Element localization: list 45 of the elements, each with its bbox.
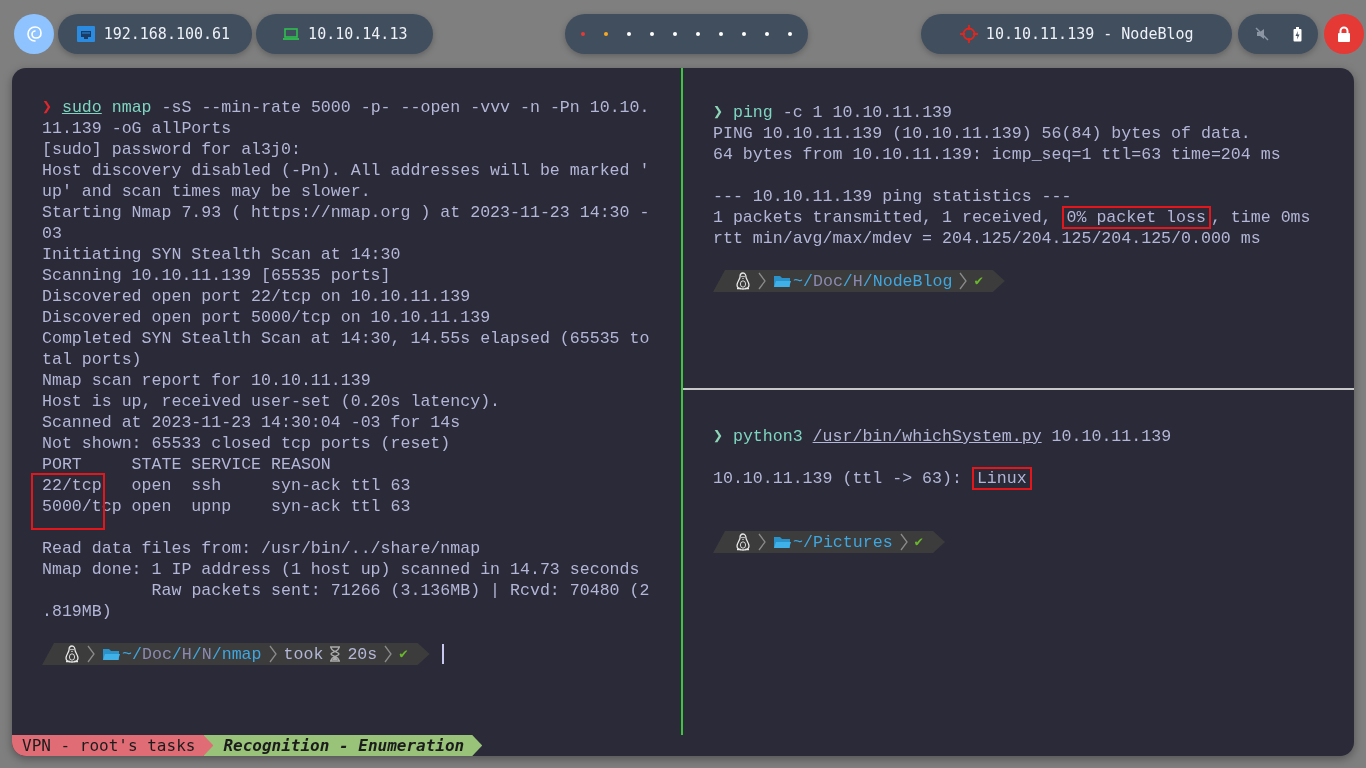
command-line: ❯ ping -c 1 10.10.11.139	[713, 102, 954, 123]
output-line: rtt min/avg/max/mdev = 204.125/204.125/204.125/0.000 ms	[713, 228, 1262, 249]
output-line: Not shown: 65533 closed tcp ports (reset)	[42, 433, 452, 454]
ip-address: 192.168.100.61	[103, 23, 231, 45]
window-tab[interactable]: VPN - root's tasks	[12, 735, 214, 756]
output-line: 64 bytes from 10.10.11.139: icmp_seq=1 ttl=63 time=204 ms	[713, 144, 1282, 165]
status-check: ✔	[399, 644, 408, 664]
output-line: Scanning 10.10.11.139 [65535 ports]	[42, 265, 392, 286]
output-line: PORT STATE SERVICE REASON	[42, 454, 332, 475]
highlighted-text: 0% packet loss	[1061, 206, 1211, 229]
output-line: Host discovery disabled (-Pn). All addresses will be marked 'up' and scan times may be slower.	[42, 160, 651, 202]
output-line: Discovered open port 5000/tcp on 10.10.11.139	[42, 307, 492, 328]
output-line: Read data files from: /usr/bin/../share/nmap	[42, 538, 482, 559]
output-line: Completed SYN Stealth Scan at 14:30, 14.55s elapsed (65535 total ports)	[42, 328, 651, 370]
output-text: 10.10.11.139 (ttl -> 63):	[713, 469, 963, 488]
output-line: PING 10.10.11.139 (10.10.11.139) 56(84) bytes of data.	[713, 123, 1252, 144]
output-text: , time 0ms	[1210, 208, 1311, 227]
duration-text: 20s	[347, 643, 378, 665]
vpn-address: 10.10.14.13	[308, 23, 408, 45]
command-line: ❯ python3 /usr/bin/whichSystem.py 10.10.11.139	[713, 426, 1173, 447]
status-check: ✔	[914, 532, 924, 552]
output-line: Raw packets sent: 71266 (3.136MB) | Rcvd: 70480 (2.819MB)	[42, 580, 651, 622]
output-line: 22/tcp open ssh syn-ack ttl 63	[42, 475, 412, 496]
target-name: 10.10.11.139 - NodeBlog	[985, 23, 1194, 45]
output-line: Initiating SYN Stealth Scan at 14:30	[42, 244, 402, 265]
path-text: ~/Doc/H/	[793, 270, 873, 292]
output-line: Starting Nmap 7.93 ( https://nmap.org ) at 2023-11-23 14:30 -03	[42, 202, 651, 244]
output-line: Host is up, received user-set (0.20s latency).	[42, 391, 502, 412]
output-text: 1 packets transmitted, 1 received,	[713, 208, 1053, 227]
directory-name: NodeBlog	[872, 270, 953, 292]
command-line: ❯ sudo nmap -sS --min-rate 5000 -p- --open -vvv -n -Pn 10.10.11.139 -oG allPorts	[42, 97, 651, 139]
window-tab[interactable]: Recognition - Enumeration	[203, 735, 483, 756]
took-label: took	[283, 643, 324, 665]
status-check: ✔	[974, 271, 983, 291]
output-line: Scanned at 2023-11-23 14:30:04 -03 for 14s	[42, 412, 462, 433]
output-line: Nmap done: 1 IP address (1 host up) scanned in 14.73 seconds	[42, 559, 641, 580]
path-text: ~/Doc/H/N/	[122, 643, 222, 665]
output-line: [sudo] password for al3j0:	[42, 139, 302, 160]
directory-name: nmap	[221, 643, 262, 665]
output-line: Discovered open port 22/tcp on 10.10.11.139	[42, 286, 472, 307]
path-text: ~/	[793, 531, 813, 553]
output-line: --- 10.10.11.139 ping statistics ---	[713, 186, 1073, 207]
directory-name: Pictures	[812, 531, 893, 553]
output-line: Nmap scan report for 10.10.11.139	[42, 370, 372, 391]
highlighted-text: Linux	[971, 467, 1032, 490]
